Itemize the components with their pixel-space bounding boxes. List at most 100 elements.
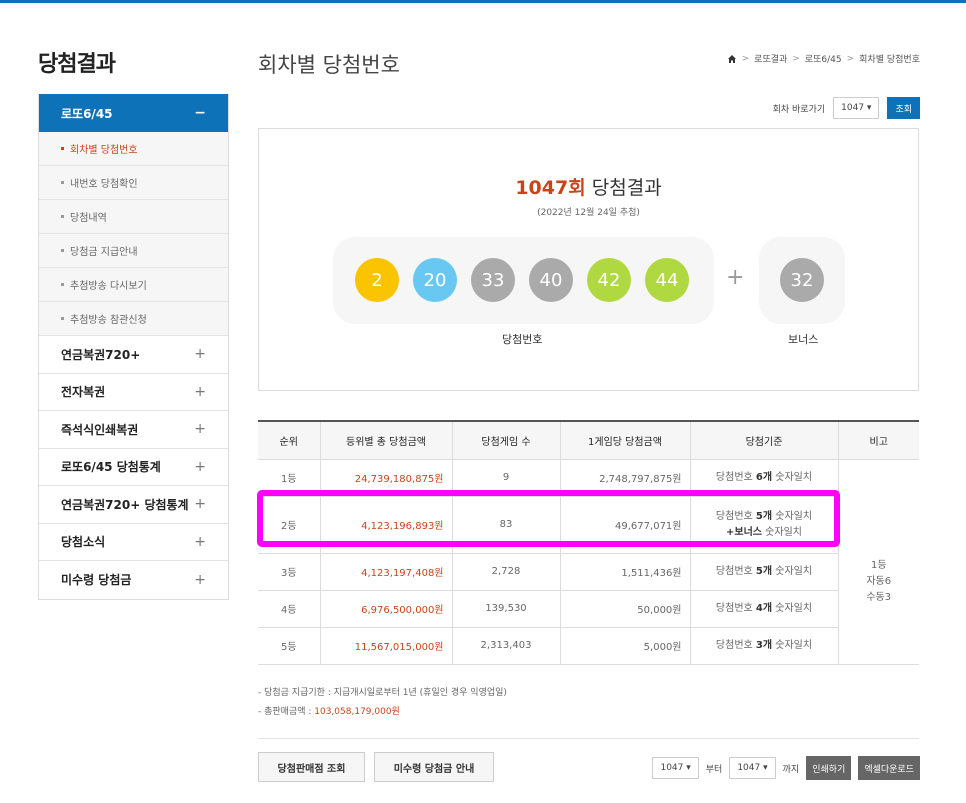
bonus-number-panel: 32: [759, 237, 845, 324]
sidebar-sub-item-win-history[interactable]: 당첨내역: [39, 200, 228, 234]
lotto-ball: 40: [529, 258, 573, 302]
criteria-count: 5개: [755, 565, 773, 577]
criteria-cell: 당첨번호 5개 숫자일치: [689, 553, 838, 591]
breadcrumb: > 로또결과 > 로또6/45 > 회차별 당첨번호: [727, 52, 920, 65]
sidebar-sub-item-attend-request[interactable]: 추첨방송 참관신청: [39, 302, 228, 336]
table-row: 3등 4,123,197,408원 2,728 1,511,436원 당첨번호 …: [258, 553, 919, 591]
sidebar-item-e-lottery[interactable]: 전자복권 +: [39, 373, 228, 411]
sidebar-item-label: 전자복권: [61, 385, 106, 400]
sidebar-sub-item-check-my-numbers[interactable]: 내번호 당첨확인: [39, 166, 228, 200]
store-search-button[interactable]: 당첨판매점 조회: [258, 752, 365, 782]
round-select-row: 회차 바로가기 1047 ▾ 조회: [773, 97, 920, 119]
per-game-prize-cell: 50,000원: [559, 590, 690, 628]
result-round: 1047회: [515, 177, 586, 199]
rank-cell: 4등: [258, 590, 320, 628]
lotto-ball: 2: [355, 258, 399, 302]
per-game-prize-cell: 5,000원: [559, 627, 690, 665]
to-label: 까지: [782, 764, 800, 775]
breadcrumb-separator: >: [792, 53, 800, 64]
winning-games-cell: 2,313,403: [451, 627, 560, 665]
excel-download-button[interactable]: 엑셀다운로드: [858, 756, 920, 780]
expand-icon[interactable]: +: [194, 384, 206, 400]
sidebar-section-lotto645[interactable]: 로또6/45 −: [39, 94, 228, 132]
divider: [258, 738, 919, 739]
sidebar-sub-item-label: 추첨방송 다시보기: [70, 281, 147, 292]
per-game-prize-cell: 1,511,436원: [559, 553, 690, 591]
criteria-cell: 당첨번호 3개 숫자일치: [689, 627, 838, 665]
highlight-box: [257, 490, 840, 547]
breadcrumb-item[interactable]: 로또결과: [754, 52, 787, 65]
note-cell: 1등 자동6 수동3: [837, 459, 919, 665]
note-line: 수동3: [866, 591, 892, 603]
bonus-ball: 32: [780, 258, 824, 302]
result-title-suffix: 당첨결과: [591, 177, 662, 199]
criteria-text: 숫자일치: [772, 639, 813, 651]
collapse-icon[interactable]: −: [194, 105, 206, 121]
criteria-text: 당첨번호: [715, 602, 756, 614]
winning-numbers-label: 당첨번호: [502, 333, 543, 346]
sidebar-item-unclaimed[interactable]: 미수령 당첨금 +: [39, 561, 228, 599]
breadcrumb-item[interactable]: 회차별 당첨번호: [859, 52, 920, 65]
round-select-label: 회차 바로가기: [772, 104, 826, 115]
sidebar-sub-item-label: 당첨금 지급안내: [70, 247, 138, 258]
bonus-label: 보너스: [788, 333, 819, 346]
bullet-icon: [61, 283, 64, 286]
sidebar-item-instant[interactable]: 즉석식인쇄복권 +: [39, 411, 228, 449]
table-row: 5등 11,567,015,000원 2,313,403 5,000원 당첨번호…: [258, 627, 919, 665]
unclaimed-guide-button[interactable]: 미수령 당첨금 안내: [374, 752, 494, 782]
plus-icon: +: [726, 265, 745, 290]
sidebar-item-news[interactable]: 당첨소식 +: [39, 523, 228, 561]
home-icon[interactable]: [727, 54, 737, 64]
search-button[interactable]: 조회: [887, 97, 920, 119]
sidebar-item-label: 미수령 당첨금: [61, 573, 132, 588]
breadcrumb-separator: >: [846, 53, 855, 64]
column-header: 등위별 총 당첨금액: [319, 421, 452, 460]
expand-icon[interactable]: +: [194, 572, 206, 588]
criteria-cell: 당첨번호 4개 숫자일치: [689, 590, 838, 628]
lotto-ball: 33: [471, 258, 515, 302]
total-prize-cell: 11,567,015,000원: [319, 627, 452, 665]
sidebar-item-pension-stats[interactable]: 연금복권720+ 당첨통계 +: [39, 486, 228, 524]
sidebar-item-label: 연금복권720+: [61, 347, 141, 362]
expand-icon[interactable]: +: [194, 496, 206, 512]
sidebar-sub-item-label: 당첨내역: [70, 213, 107, 224]
lotto-ball: 20: [413, 258, 457, 302]
export-controls: 1047 ▾ 부터 1047 ▾ 까지 인쇄하기 엑셀다운로드: [652, 756, 920, 780]
table-row: 4등 6,976,500,000원 139,530 50,000원 당첨번호 4…: [258, 590, 919, 628]
expand-icon[interactable]: +: [194, 459, 206, 475]
sidebar-sub-item-round-numbers[interactable]: 회차별 당첨번호: [39, 132, 228, 166]
round-select[interactable]: 1047 ▾: [833, 97, 880, 119]
criteria-text: 숫자일치: [772, 471, 813, 483]
expand-icon[interactable]: +: [194, 534, 206, 550]
expand-icon[interactable]: +: [194, 346, 206, 362]
print-button[interactable]: 인쇄하기: [806, 756, 852, 780]
column-header: 당첨기준: [689, 421, 838, 460]
from-round-select[interactable]: 1047 ▾: [652, 757, 699, 779]
expand-icon[interactable]: +: [194, 421, 206, 437]
sidebar-section-label: 로또6/45: [61, 106, 113, 121]
draw-date: (2022년 12월 24일 추첨): [537, 208, 640, 218]
sidebar-item-lotto-stats[interactable]: 로또6/45 당첨통계 +: [39, 448, 228, 486]
result-title: 1047회 당첨결과: [259, 173, 918, 200]
sidebar-sub-item-label: 회차별 당첨번호: [70, 145, 138, 156]
lotto-ball: 42: [587, 258, 631, 302]
breadcrumb-item[interactable]: 로또6/45: [805, 52, 842, 65]
criteria-count: 4개: [755, 602, 773, 614]
sidebar-item-pension720[interactable]: 연금복권720+ +: [39, 336, 228, 374]
bullet-icon: [61, 317, 64, 320]
note-total-sales-value: 103,058,179,000원: [314, 707, 400, 717]
sidebar-sub-item-replay[interactable]: 추첨방송 다시보기: [39, 268, 228, 302]
criteria-text: 숫자일치: [772, 565, 813, 577]
sidebar-sub-item-label: 추첨방송 참관신청: [70, 315, 147, 326]
note-payment-deadline-text: 당첨금 지급기한 : 지급개시일로부터 1년 (휴일인 경우 익영업일): [264, 688, 507, 698]
page-title: 회차별 당첨번호: [258, 53, 400, 77]
sidebar-item-label: 당첨소식: [61, 535, 106, 550]
to-round-select[interactable]: 1047 ▾: [729, 757, 776, 779]
sidebar-sub-item-payment-guide[interactable]: 당첨금 지급안내: [39, 234, 228, 268]
criteria-count: 6개: [755, 471, 773, 483]
column-header: 당첨게임 수: [451, 421, 560, 460]
note-total-sales: - 총판매금액 : 103,058,179,000원: [258, 707, 400, 717]
bullet-icon: [61, 249, 64, 252]
criteria-text: 당첨번호: [715, 565, 756, 577]
bullet-icon: [61, 181, 64, 184]
